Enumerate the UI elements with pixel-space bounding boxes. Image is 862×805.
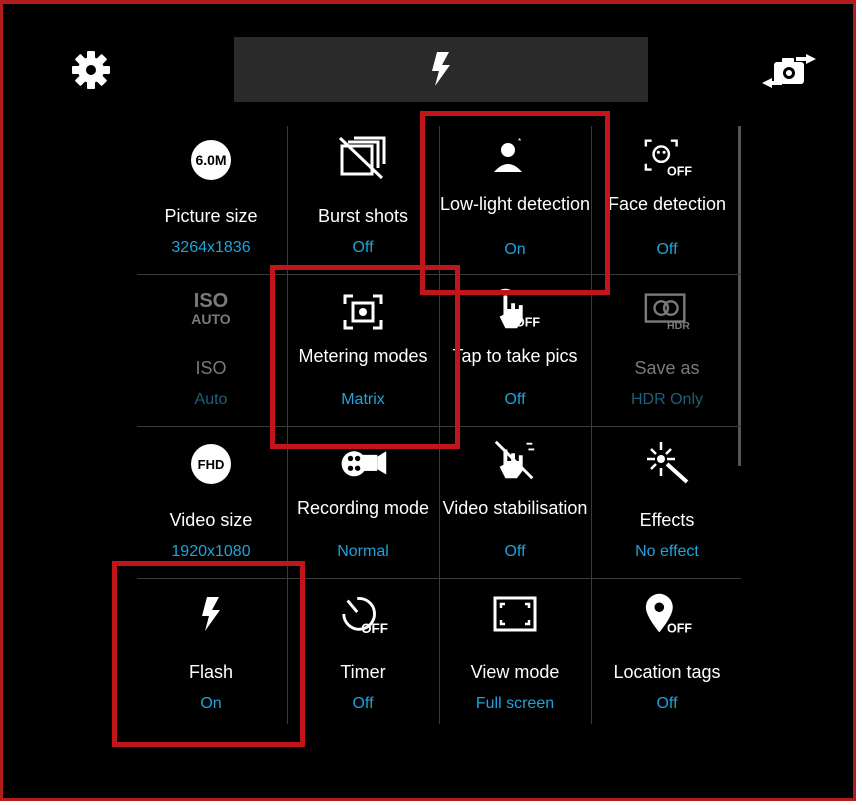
setting-value: Off <box>352 239 374 256</box>
setting-metering-modes[interactable]: Metering modes Matrix <box>287 276 439 428</box>
setting-value: Auto <box>194 391 228 408</box>
setting-label: ISO <box>195 358 227 378</box>
setting-timer[interactable]: OFF Timer Off <box>287 580 439 732</box>
setting-value: On <box>200 695 222 712</box>
setting-value: Off <box>656 241 678 258</box>
tap-icon: OFF <box>490 286 540 330</box>
timer-icon: OFF <box>338 592 388 636</box>
setting-label: Low-light detection <box>439 194 591 214</box>
iso-icon: ISO AUTO <box>186 288 236 332</box>
top-flash-bar[interactable] <box>234 37 648 102</box>
video-size-badge: FHD <box>191 444 231 484</box>
setting-value: HDR Only <box>630 391 703 408</box>
view-mode-icon <box>490 592 540 636</box>
flash-icon[interactable] <box>429 51 453 92</box>
setting-label: Metering modes <box>298 346 428 366</box>
svg-text:*: * <box>518 137 521 146</box>
setting-label: Timer <box>340 662 386 682</box>
setting-tap-to-take-pics[interactable]: OFF Tap to take pics Off <box>439 276 591 428</box>
stabilisation-icon <box>490 438 540 482</box>
gear-icon[interactable] <box>69 48 113 97</box>
hdr-icon: HDR <box>642 288 692 332</box>
setting-label: Tap to take pics <box>452 346 578 366</box>
setting-label: Flash <box>188 662 233 682</box>
setting-value: On <box>504 241 526 258</box>
setting-label: Video size <box>169 510 253 530</box>
setting-effects[interactable]: Effects No effect <box>591 428 743 580</box>
switch-camera-icon[interactable] <box>760 48 820 97</box>
setting-view-mode[interactable]: View mode Full screen <box>439 580 591 732</box>
setting-label: Recording mode <box>296 498 430 518</box>
location-tags-icon: OFF <box>642 592 692 636</box>
setting-label: Save as <box>634 358 700 378</box>
burst-shots-icon <box>338 136 388 180</box>
off-badge: OFF <box>667 621 692 635</box>
setting-label: Face detection <box>607 194 727 214</box>
setting-face-detection[interactable]: OFF Face detection Off <box>591 126 743 278</box>
setting-label: Picture size <box>164 206 258 226</box>
setting-value: Matrix <box>341 391 385 408</box>
setting-value: Normal <box>337 543 389 560</box>
setting-flash[interactable]: Flash On <box>135 580 287 732</box>
setting-value: Off <box>656 695 678 712</box>
off-badge: OFF <box>667 164 692 178</box>
face-detection-icon: OFF <box>642 136 692 180</box>
iso-badge-bottom: AUTO <box>191 311 231 327</box>
setting-value: Full screen <box>475 695 555 712</box>
setting-label: Effects <box>639 510 695 530</box>
setting-label: Location tags <box>613 662 721 682</box>
metering-icon <box>338 290 388 334</box>
setting-iso: ISO AUTO ISO Auto <box>135 276 287 428</box>
setting-location-tags[interactable]: OFF Location tags Off <box>591 580 743 732</box>
setting-value: Off <box>352 695 374 712</box>
low-light-icon: * <box>490 134 540 178</box>
recording-mode-icon <box>338 440 388 484</box>
setting-save-as: HDR Save as HDR Only <box>591 276 743 428</box>
setting-label: Burst shots <box>317 206 409 226</box>
setting-value: 3264x1836 <box>171 239 251 256</box>
setting-label: Video stabilisation <box>442 498 588 518</box>
off-badge: OFF <box>515 315 540 329</box>
setting-value: 1920x1080 <box>171 543 251 560</box>
setting-video-stabilisation[interactable]: Video stabilisation Off <box>439 428 591 580</box>
off-badge: OFF <box>361 621 388 636</box>
iso-badge-top: ISO <box>193 290 229 312</box>
setting-value: No effect <box>635 543 699 560</box>
camera-settings-screen: 6.0M Picture size 3264x1836 Burst shots … <box>0 0 856 801</box>
picture-size-icon: 6.0M <box>186 138 236 182</box>
setting-label: View mode <box>470 662 560 682</box>
setting-value: Off <box>504 543 526 560</box>
setting-value: Off <box>504 391 526 408</box>
picture-size-badge: 6.0M <box>191 140 231 180</box>
setting-video-size[interactable]: FHD Video size 1920x1080 <box>135 428 287 580</box>
hdr-badge: HDR <box>667 320 690 332</box>
flash-icon <box>186 592 236 636</box>
effects-icon <box>642 440 692 484</box>
setting-low-light-detection[interactable]: * Low-light detection On <box>439 126 591 278</box>
video-size-icon: FHD <box>186 442 236 486</box>
setting-burst-shots[interactable]: Burst shots Off <box>287 126 439 278</box>
setting-recording-mode[interactable]: Recording mode Normal <box>287 428 439 580</box>
setting-picture-size[interactable]: 6.0M Picture size 3264x1836 <box>135 126 287 278</box>
